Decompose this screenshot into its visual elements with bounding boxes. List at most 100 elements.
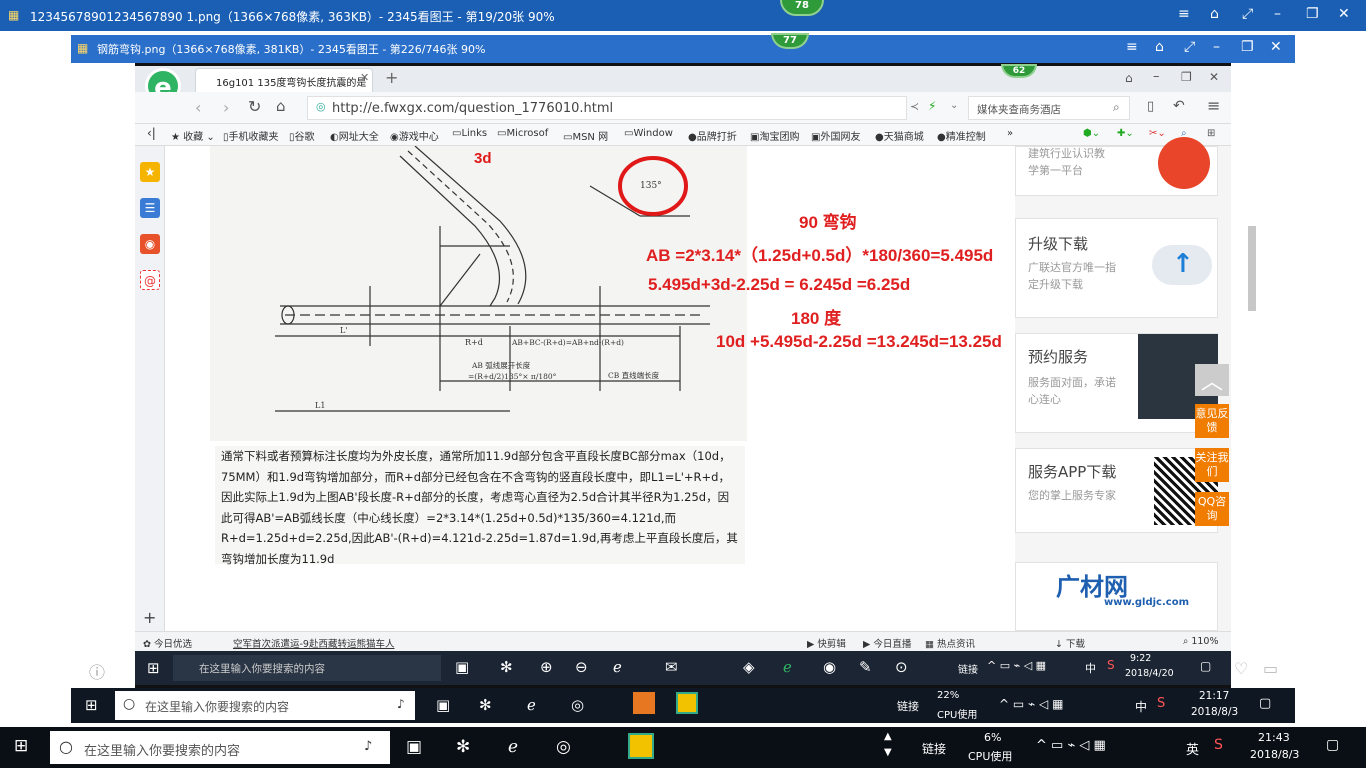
dropdown-icon[interactable]: ⌄ bbox=[950, 100, 958, 111]
fullscreen-icon[interactable]: ⤢ bbox=[1184, 39, 1195, 55]
lang-mid[interactable]: 中 bbox=[1135, 698, 1147, 715]
maximize-icon[interactable]: ❐ bbox=[1306, 6, 1319, 22]
notify-icon-outer[interactable]: ▢ bbox=[1326, 737, 1339, 753]
card-education[interactable]: 建筑行业认识教 学第一平台 bbox=[1015, 137, 1218, 196]
favorites-icon[interactable]: ★ bbox=[140, 162, 160, 182]
menu-icon[interactable]: ≡ bbox=[1126, 39, 1138, 55]
tray-down-icon[interactable]: ▼ bbox=[884, 747, 892, 758]
bookmark-0[interactable]: ★ 收藏 ⌄ bbox=[171, 128, 215, 143]
task-view-icon[interactable]: ▣ bbox=[406, 737, 422, 757]
ext-shield-icon[interactable]: ⬢⌄ bbox=[1083, 128, 1100, 139]
bookmark-11[interactable]: ▣外国网友 bbox=[811, 128, 860, 143]
more-bookmarks-icon[interactable]: » bbox=[1007, 128, 1013, 139]
lang-outer[interactable]: 英 bbox=[1186, 739, 1199, 758]
tray-icons-outer[interactable]: ^ ▭ ⌁ ◁ ▦ bbox=[1036, 738, 1106, 753]
task-view-icon[interactable]: ▣ bbox=[455, 658, 469, 676]
collapse-icon[interactable]: ‹| bbox=[147, 126, 156, 140]
app-icon-a[interactable]: ◈ bbox=[743, 658, 755, 676]
windows-start-icon[interactable]: ⊞ bbox=[85, 696, 98, 714]
lang-inner[interactable]: 中 bbox=[1085, 660, 1096, 676]
card-appointment[interactable]: 预约服务 服务面对面，承诺心连心 bbox=[1015, 333, 1218, 433]
info-icon[interactable]: ⓘ bbox=[89, 659, 105, 683]
browser-icon[interactable]: ℯ bbox=[783, 658, 792, 676]
home-icon[interactable]: ⌂ bbox=[276, 97, 286, 115]
feedback-button[interactable]: 意见反馈 bbox=[1195, 404, 1229, 438]
bookmark-5[interactable]: ▭Links bbox=[452, 128, 487, 139]
today-icon[interactable]: ✿ 今日优选 bbox=[143, 636, 192, 650]
fan-icon[interactable]: ✻ bbox=[456, 737, 470, 757]
bookmark-13[interactable]: ●精准控制 bbox=[937, 128, 986, 143]
heart-icon[interactable]: ♡ bbox=[1234, 659, 1248, 678]
bookmark-8[interactable]: ▭Window bbox=[624, 128, 673, 139]
fan-icon[interactable]: ✻ bbox=[479, 696, 492, 714]
tab-active[interactable]: 16g101 135度弯钩长度抗震的是 bbox=[195, 68, 373, 92]
email-icon[interactable]: @ bbox=[140, 270, 160, 290]
ext-cut-icon[interactable]: ✂⌄ bbox=[1149, 128, 1166, 139]
rotate-icon[interactable]: ⊙ bbox=[895, 658, 908, 676]
status-item-2[interactable]: ▦ 热点资讯 bbox=[925, 636, 975, 650]
zoom-level[interactable]: ⌕ 110% bbox=[1183, 636, 1219, 647]
menu-icon[interactable]: ≡ bbox=[1207, 96, 1220, 115]
forward-icon[interactable]: › bbox=[223, 98, 229, 117]
bookmark-10[interactable]: ▣淘宝团购 bbox=[750, 128, 799, 143]
menu-icon[interactable]: ≡ bbox=[1178, 6, 1190, 22]
notify-icon-inner[interactable]: ▢ bbox=[1200, 659, 1211, 673]
zoom-in-icon[interactable]: ⊕ bbox=[540, 658, 553, 676]
fullscreen-icon[interactable]: ⤢ bbox=[1242, 6, 1253, 22]
add-icon[interactable]: + bbox=[143, 608, 156, 627]
fan-icon[interactable]: ✻ bbox=[500, 658, 513, 676]
task-view-icon[interactable]: ▣ bbox=[436, 696, 450, 714]
link-label-inner[interactable]: 链接 bbox=[958, 661, 978, 676]
ie-icon[interactable]: ℯ bbox=[613, 658, 622, 676]
ime-icon[interactable]: S bbox=[1214, 737, 1223, 753]
viewer-app-icon[interactable] bbox=[628, 733, 654, 759]
windows-start-icon[interactable]: ⊞ bbox=[14, 736, 28, 756]
bookmark-3[interactable]: ◐网址大全 bbox=[330, 128, 379, 143]
zoom-out-icon[interactable]: ⊖ bbox=[575, 658, 588, 676]
scrollbar-thumb[interactable] bbox=[1248, 226, 1256, 311]
notes-icon[interactable]: ☰ bbox=[140, 198, 160, 218]
card-gldjc[interactable]: 广材网 www.gldjc.com bbox=[1015, 562, 1218, 631]
app-icon-c[interactable]: ◎ bbox=[571, 696, 584, 714]
minimize-icon[interactable]: – bbox=[1213, 39, 1220, 55]
maximize-icon[interactable]: ❐ bbox=[1241, 39, 1254, 55]
ext-plus-icon[interactable]: ✚⌄ bbox=[1117, 128, 1134, 139]
search-bar-outer[interactable]: ○ 在这里输入你要搜索的内容 ♪ bbox=[50, 731, 390, 764]
tab-close-icon[interactable]: ✕ bbox=[360, 71, 369, 84]
weibo-icon[interactable]: ◉ bbox=[140, 234, 160, 254]
bookmark-7[interactable]: ▭MSN 网 bbox=[563, 128, 608, 143]
ime-icon[interactable]: S bbox=[1107, 658, 1115, 672]
search-box[interactable]: 媒体夹查商务酒店 ⌕ bbox=[968, 96, 1130, 120]
mic-icon[interactable]: ♪ bbox=[364, 739, 372, 754]
notify-icon-mid[interactable]: ▢ bbox=[1259, 696, 1271, 711]
bookmark-1[interactable]: ▯手机收藏夹 bbox=[223, 128, 279, 143]
bookmark-9[interactable]: ●品牌打折 bbox=[688, 128, 737, 143]
follow-button[interactable]: 关注我们 bbox=[1195, 448, 1229, 482]
ime-icon[interactable]: S bbox=[1157, 696, 1165, 711]
pdf-icon[interactable] bbox=[633, 692, 655, 714]
ie-icon[interactable]: ℯ bbox=[508, 737, 518, 757]
tray-icons-mid[interactable]: ^ ▭ ⌁ ◁ ▦ bbox=[999, 697, 1063, 711]
link-label-mid[interactable]: 链接 bbox=[897, 698, 919, 714]
skin-icon[interactable]: ⌂ bbox=[1155, 39, 1164, 55]
maximize-icon[interactable]: ❐ bbox=[1181, 70, 1192, 84]
app-icon-c[interactable]: ◎ bbox=[556, 737, 571, 757]
windows-start-icon[interactable]: ⊞ bbox=[147, 659, 160, 677]
bookmark-4[interactable]: ◉游戏中心 bbox=[390, 128, 439, 143]
close-icon[interactable]: ✕ bbox=[1270, 39, 1282, 55]
card-upgrade[interactable]: 升级下载 广联达官方唯一指定升级下载 ↑ bbox=[1015, 218, 1218, 318]
share-icon[interactable]: ≺ bbox=[910, 100, 919, 113]
minimize-icon[interactable]: – bbox=[1274, 6, 1281, 22]
back-icon[interactable]: ‹ bbox=[195, 98, 201, 117]
status-item-3[interactable]: ↓ 下载 bbox=[1055, 636, 1085, 650]
qq-button[interactable]: QQ咨询 bbox=[1195, 492, 1229, 526]
back-to-top-icon[interactable]: ︿ bbox=[1195, 364, 1229, 396]
mail-icon[interactable]: ✉ bbox=[665, 658, 678, 676]
app-icon-b[interactable]: ◉ bbox=[823, 658, 836, 676]
flash-icon[interactable]: ⚡ bbox=[928, 99, 936, 113]
edit-icon[interactable]: ✎ bbox=[859, 658, 872, 676]
minimize-icon[interactable]: – bbox=[1153, 69, 1160, 84]
ie-icon[interactable]: ℯ bbox=[527, 696, 536, 714]
refresh-icon[interactable]: ↻ bbox=[248, 97, 261, 116]
status-item-0[interactable]: ▶ 快剪辑 bbox=[807, 636, 846, 650]
